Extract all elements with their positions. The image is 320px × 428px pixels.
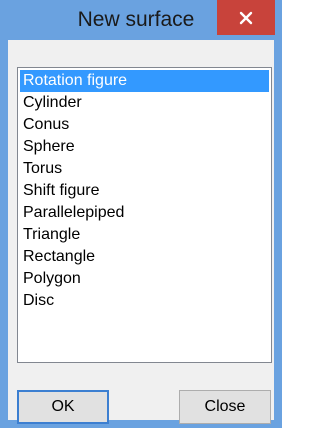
surface-type-list[interactable]: Rotation figure Cylinder Conus Sphere To…: [17, 67, 272, 363]
list-item-rotation-figure[interactable]: Rotation figure: [20, 70, 269, 92]
ok-button[interactable]: OK: [17, 390, 109, 424]
list-item-torus[interactable]: Torus: [20, 158, 269, 180]
title-bar[interactable]: New surface: [0, 0, 282, 40]
close-button[interactable]: Close: [179, 390, 271, 424]
list-item-rectangle[interactable]: Rectangle: [20, 246, 269, 268]
list-item-triangle[interactable]: Triangle: [20, 224, 269, 246]
list-item-cylinder[interactable]: Cylinder: [20, 92, 269, 114]
window-close-button[interactable]: [217, 0, 275, 35]
list-item-parallelepiped[interactable]: Parallelepiped: [20, 202, 269, 224]
list-item-conus[interactable]: Conus: [20, 114, 269, 136]
list-item-sphere[interactable]: Sphere: [20, 136, 269, 158]
list-item-shift-figure[interactable]: Shift figure: [20, 180, 269, 202]
list-item-disc[interactable]: Disc: [20, 290, 269, 312]
close-icon: [239, 11, 253, 24]
new-surface-dialog: New surface Rotation figure Cylinder Con…: [0, 0, 282, 428]
list-item-polygon[interactable]: Polygon: [20, 268, 269, 290]
